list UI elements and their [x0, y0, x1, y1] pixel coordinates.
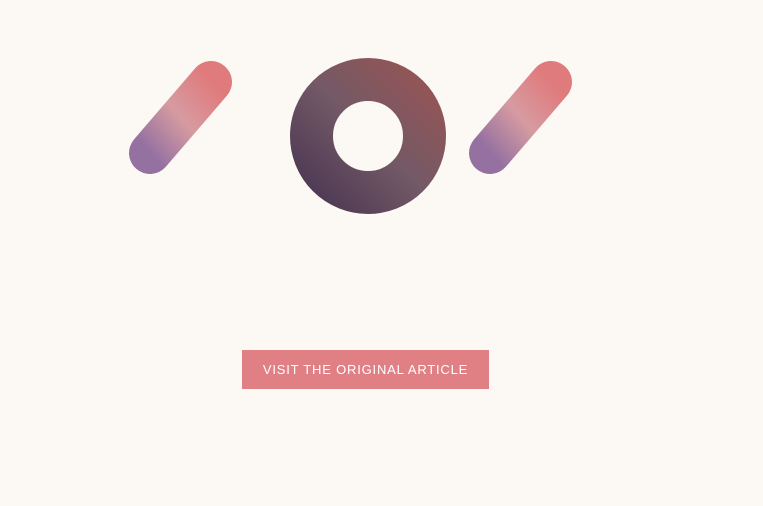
visit-original-article-button[interactable]: VISIT THE ORIGINAL ARTICLE: [242, 350, 489, 389]
digit-zero: [290, 58, 446, 214]
digit-four-right: [469, 61, 606, 217]
error-code-404: [129, 58, 606, 217]
digit-four-left: [129, 61, 266, 217]
error-page: VISIT THE ORIGINAL ARTICLE: [0, 0, 763, 506]
